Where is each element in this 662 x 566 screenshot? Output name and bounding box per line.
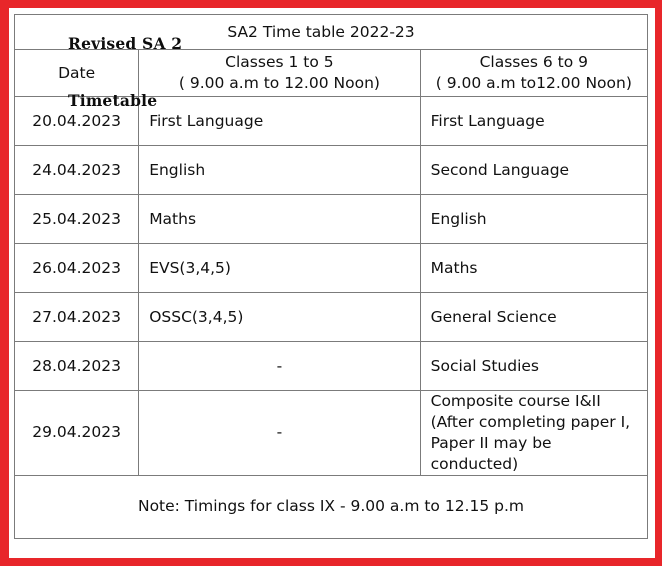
- subject-classes-6-9: General Science: [419, 292, 649, 342]
- composite-course-line-4: conducted): [430, 454, 519, 473]
- exam-date: 28.04.2023: [13, 341, 140, 391]
- subject-classes-1-5: EVS(3,4,5): [138, 243, 421, 293]
- overlay-heading-line-2: Timetable: [68, 91, 158, 110]
- subject-classes-6-9: Maths: [419, 243, 649, 293]
- subject-classes-6-9: English: [419, 194, 649, 244]
- red-border-left: [0, 0, 9, 566]
- red-border-bottom: [0, 558, 662, 566]
- table-row: 29.04.2023 - Composite course I&II (Afte…: [13, 390, 649, 476]
- subject-classes-6-9: Social Studies: [419, 341, 649, 391]
- subject-classes-6-9: First Language: [419, 96, 649, 146]
- table-note-row: Note: Timings for class IX - 9.00 a.m to…: [14, 474, 648, 539]
- subject-classes-1-5: -: [138, 341, 421, 391]
- table-row: 27.04.2023 OSSC(3,4,5) General Science: [13, 292, 649, 342]
- table-row: 24.04.2023 English Second Language: [13, 145, 649, 195]
- overlay-heading-line-1: Revised SA 2: [68, 34, 183, 53]
- table-row: 28.04.2023 - Social Studies: [13, 341, 649, 391]
- table-row: 26.04.2023 EVS(3,4,5) Maths: [13, 243, 649, 293]
- composite-course-line-3: Paper II may be: [430, 433, 552, 452]
- subject-classes-6-9: Composite course I&II (After completing …: [419, 390, 649, 476]
- composite-course-line-2: (After completing paper I,: [430, 412, 631, 431]
- subject-classes-1-5: English: [138, 145, 421, 195]
- exam-date: 25.04.2023: [13, 194, 140, 244]
- exam-date: 26.04.2023: [13, 243, 140, 293]
- red-border-right: [655, 0, 662, 566]
- exam-date: 27.04.2023: [13, 292, 140, 342]
- subject-classes-1-5: -: [138, 390, 421, 476]
- timetable-note: Note: Timings for class IX - 9.00 a.m to…: [14, 474, 648, 539]
- subject-classes-1-5: OSSC(3,4,5): [138, 292, 421, 342]
- table-row: 25.04.2023 Maths English: [13, 194, 649, 244]
- column-header-classes-6-9-time: ( 9.00 a.m to12.00 Noon): [435, 74, 632, 92]
- column-header-classes-6-9: Classes 6 to 9 ( 9.00 a.m to12.00 Noon): [419, 49, 649, 97]
- column-header-classes-6-9-title: Classes 6 to 9: [479, 53, 589, 72]
- column-header-classes-1-5-time: ( 9.00 a.m to 12.00 Noon): [178, 74, 380, 92]
- timetable-page: SA2 Time table 2022-23 Date Classes 1 to…: [0, 0, 662, 566]
- subject-classes-1-5: Maths: [138, 194, 421, 244]
- column-header-classes-1-5-title: Classes 1 to 5: [225, 53, 334, 72]
- overlay-heading: Revised SA 2 Timetable: [68, 0, 182, 148]
- subject-classes-6-9: Second Language: [419, 145, 649, 195]
- composite-course-line-1: Composite course I&II: [430, 392, 601, 410]
- exam-date: 29.04.2023: [13, 390, 140, 476]
- exam-date: 24.04.2023: [13, 145, 140, 195]
